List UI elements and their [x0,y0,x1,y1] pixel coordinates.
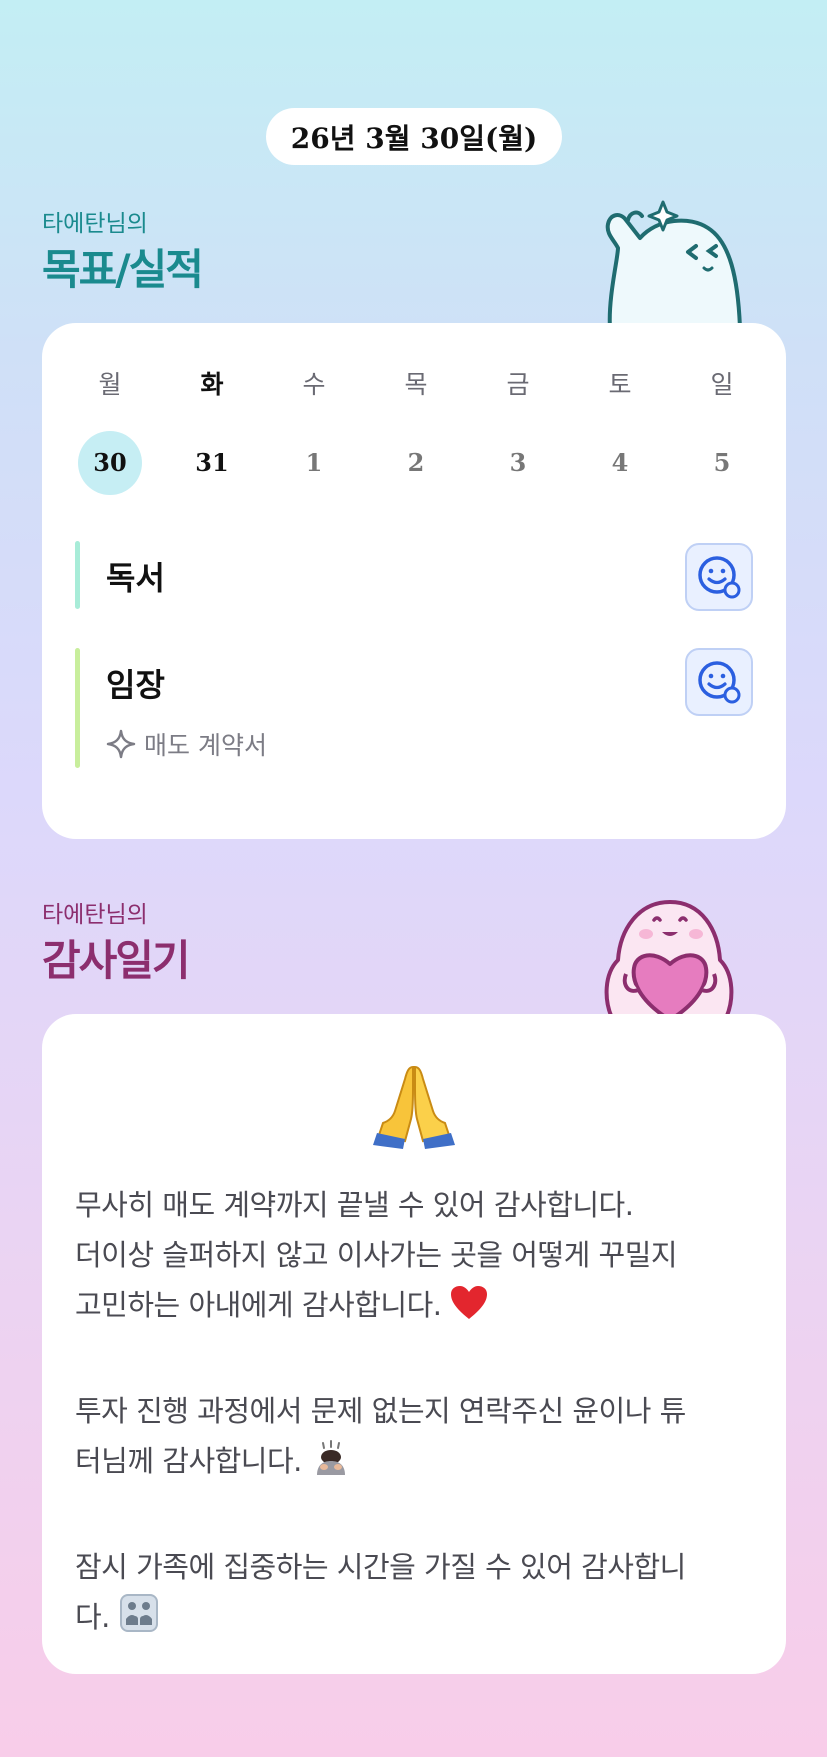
diary-line: 다. [75,1600,110,1634]
weekday-wed: 수 [302,370,326,399]
goals-section-title: 목표/실적 [42,245,204,294]
goal-subitem[interactable]: 매도 계약서 [106,726,267,762]
goals-card: 월 화 수 목 금 토 일 30 31 1 2 3 4 5 독서 임장 매도 계… [42,323,786,839]
date-selector[interactable]: 26년 3월 30일(월) [266,108,562,165]
weekday-sat: 토 [608,370,632,399]
day-4[interactable]: 4 [588,431,652,495]
goal-label: 임장 [106,666,165,704]
weekday-sun: 일 [710,370,734,399]
folded-hands-emoji [42,1059,786,1153]
goal-item-reading[interactable]: 독서 [75,541,753,611]
weekday-thu: 목 [404,370,428,399]
gratitude-diary-card: 무사히 매도 계약까지 끝낼 수 있어 감사합니다. 더이상 슬퍼하지 않고 이… [42,1014,786,1674]
heart-mascot-illustration [604,900,734,1016]
goal-label: 독서 [106,559,165,597]
mood-check-button[interactable] [685,543,753,611]
diary-owner-label: 타에탄님의 [42,902,148,928]
diary-line: 무사히 매도 계약까지 끝낼 수 있어 감사합니다. [75,1188,634,1222]
diary-section-title: 감사일기 [42,936,191,985]
day-5[interactable]: 5 [690,431,754,495]
day-30-selected[interactable]: 30 [78,431,142,495]
diary-line: 터님께 감사합니다. [75,1444,302,1478]
goals-owner-label: 타에탄님의 [42,211,148,237]
goal-item-site-visit[interactable]: 임장 매도 계약서 [75,648,753,768]
diary-line: 잠시 가족에 집중하는 시간을 가질 수 있어 감사합니 [75,1550,686,1584]
goal-subitem-label: 매도 계약서 [144,731,267,760]
day-2[interactable]: 2 [384,431,448,495]
weekday-header: 월 화 수 목 금 토 일 [59,365,803,401]
red-heart-emoji [450,1285,488,1336]
sparkle-icon [106,729,136,759]
date-label: 26년 3월 30일(월) [290,121,538,155]
bowing-person-emoji [311,1437,351,1492]
day-31[interactable]: 31 [180,431,244,495]
weekday-tue: 화 [200,370,224,399]
diary-entry-text: 무사히 매도 계약까지 끝낼 수 있어 감사합니다. 더이상 슬퍼하지 않고 이… [75,1180,765,1648]
weekday-fri: 금 [506,370,530,399]
ghost-mascot-illustration [605,200,742,326]
family-emoji [119,1593,159,1648]
goal-color-bar [75,541,80,609]
diary-line: 투자 진행 과정에서 문제 없는지 연락주신 윤이나 튜 [75,1394,686,1428]
day-3[interactable]: 3 [486,431,550,495]
weekday-mon: 월 [98,370,122,399]
day-1[interactable]: 1 [282,431,346,495]
week-day-strip: 30 31 1 2 3 4 5 [59,431,803,495]
smile-face-icon [698,661,741,704]
diary-line: 더이상 슬퍼하지 않고 이사가는 곳을 어떻게 꾸밀지 [75,1238,678,1272]
smile-face-icon [698,556,741,599]
goal-color-bar [75,648,80,768]
diary-line: 고민하는 아내에게 감사합니다. [75,1288,442,1322]
mood-check-button[interactable] [685,648,753,716]
